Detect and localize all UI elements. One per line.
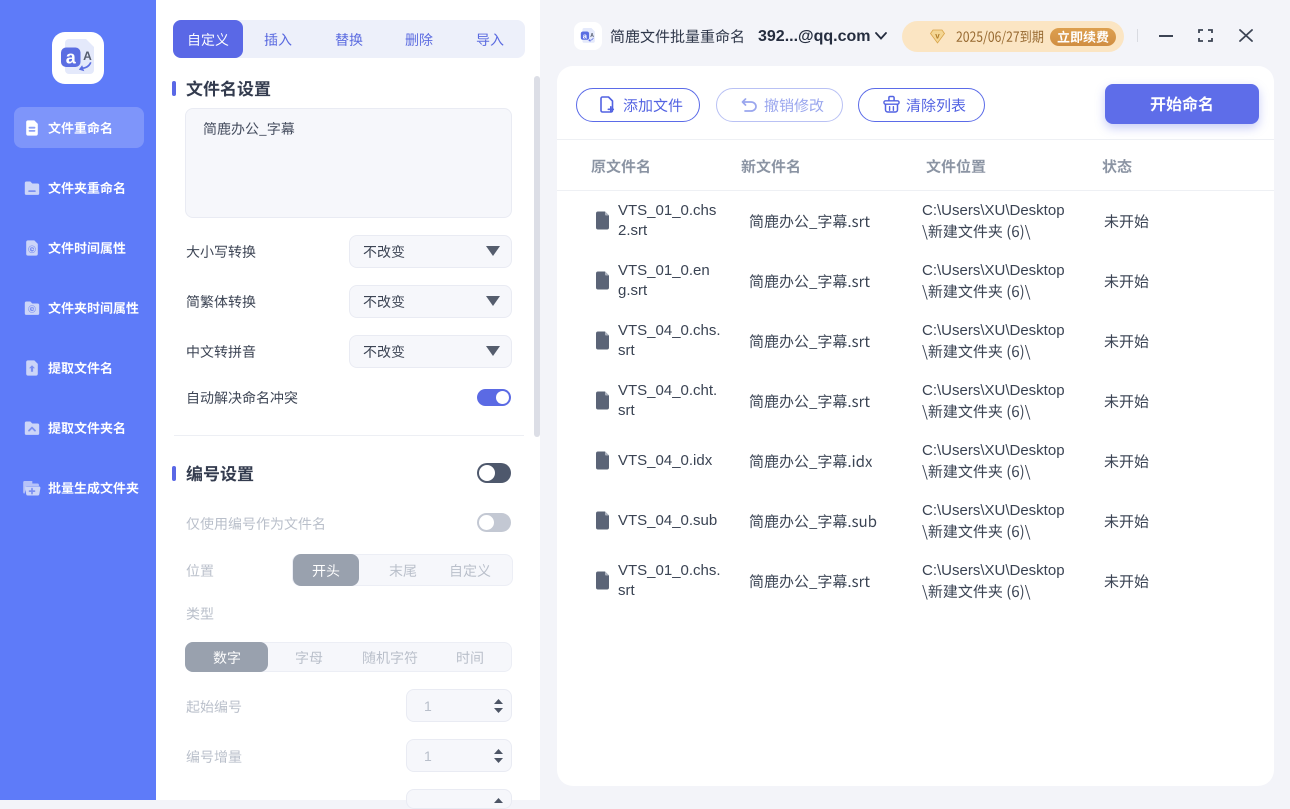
svg-text:a: a: [66, 48, 77, 68]
svg-text:A: A: [83, 49, 92, 63]
svg-text:v: v: [935, 32, 940, 41]
